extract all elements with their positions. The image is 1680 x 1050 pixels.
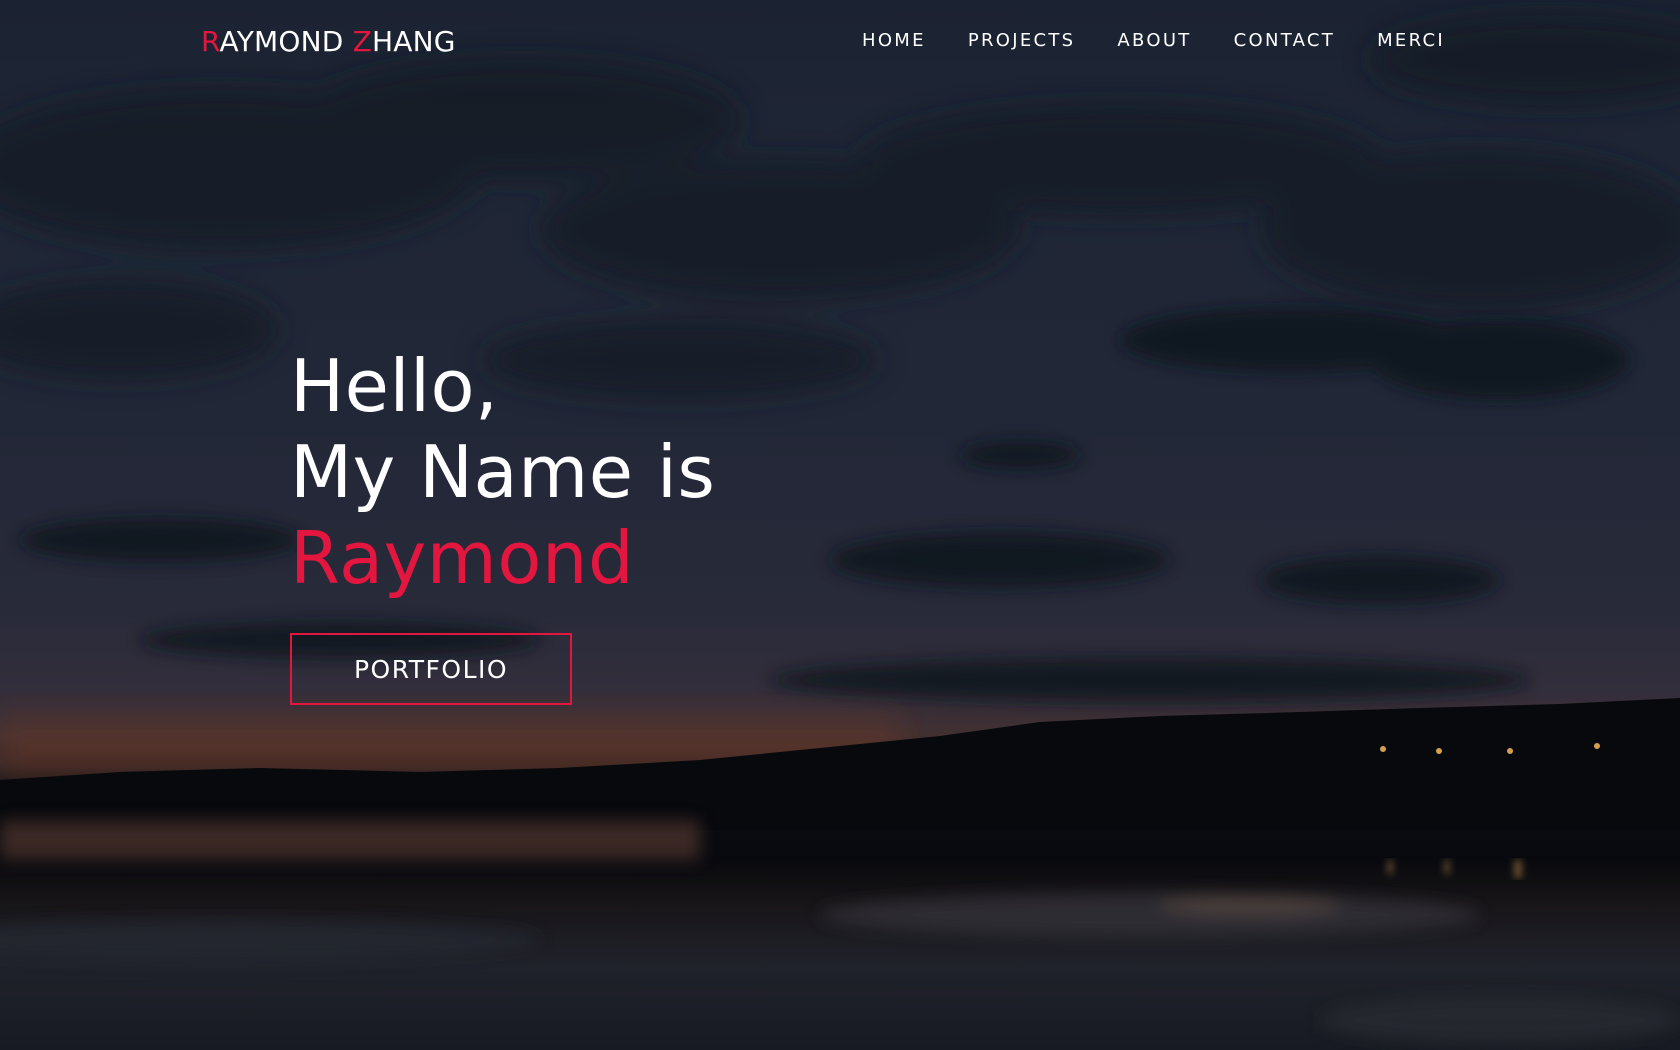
logo-initial-z: Z xyxy=(352,25,373,58)
nav-link-contact[interactable]: CONTACT xyxy=(1234,30,1335,51)
hero-heading: Hello, My Name is Raymond xyxy=(290,343,715,601)
hero-name: Raymond xyxy=(290,516,635,600)
hero-dark-overlay xyxy=(0,0,1680,1050)
nav-link-projects[interactable]: PROJECTS xyxy=(968,30,1076,51)
logo-first-name: AYMOND xyxy=(219,25,353,58)
site-logo[interactable]: RAYMOND ZHANG xyxy=(201,25,456,58)
logo-last-name: HANG xyxy=(372,25,456,58)
hero-greeting: Hello, xyxy=(290,344,499,428)
hero-intro: My Name is xyxy=(290,430,716,514)
hero-background-image xyxy=(0,0,1680,1050)
nav-links: HOME PROJECTS ABOUT CONTACT MERCI xyxy=(862,30,1445,51)
nav-link-merci[interactable]: MERCI xyxy=(1377,30,1445,51)
nav-link-home[interactable]: HOME xyxy=(862,30,926,51)
logo-initial-r: R xyxy=(201,25,220,58)
portfolio-button[interactable]: PORTFOLIO xyxy=(290,633,572,705)
nav-link-about[interactable]: ABOUT xyxy=(1117,30,1191,51)
navbar: RAYMOND ZHANG HOME PROJECTS ABOUT CONTAC… xyxy=(0,0,1680,84)
